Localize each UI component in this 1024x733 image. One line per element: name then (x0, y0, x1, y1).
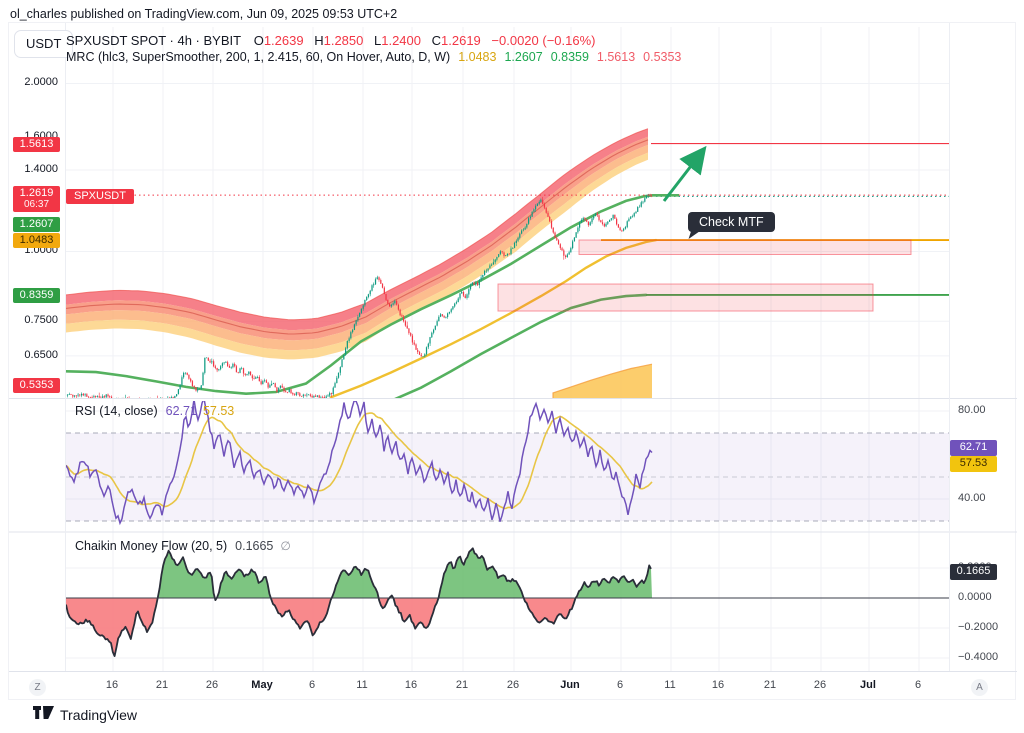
high-label: H (314, 33, 323, 48)
cmf-axis-label: 0.0000 (958, 591, 992, 603)
tradingview-logo[interactable]: TradingView (33, 706, 137, 723)
indicator-legend-row[interactable]: MRC (hlc3, SuperSmoother, 200, 1, 2.415,… (66, 50, 689, 64)
price-badge: 1.0483 (13, 233, 60, 248)
high-value: 1.2850 (324, 33, 364, 48)
cmf-badge: 0.1665 (950, 564, 997, 580)
open-label: O (254, 33, 264, 48)
cmf-legend-row[interactable]: Chaikin Money Flow (20, 5) 0.1665 ∅ (75, 539, 291, 553)
cmf-value: 0.1665 (235, 539, 273, 553)
supply-zone (498, 284, 873, 311)
time-axis-tick: 11 (340, 679, 384, 691)
symbol-price-tag: SPXUSDT (66, 189, 134, 204)
price-badge: 0.5353 (13, 378, 60, 393)
mrc-value: 1.0483 (458, 50, 496, 64)
mrc-value: 0.5353 (643, 50, 681, 64)
scroll-right-button[interactable]: A (971, 679, 988, 696)
time-axis-tick: 11 (648, 679, 692, 691)
price-badge: 1.5613 (13, 137, 60, 152)
rsi-badge: 57.53 (950, 456, 997, 472)
time-axis-tick: 16 (389, 679, 433, 691)
time-axis-tick: 6 (598, 679, 642, 691)
mrc-value: 0.8359 (551, 50, 589, 64)
price-badge: 1.261906:37 (13, 186, 60, 212)
chart-widget[interactable] (8, 22, 1016, 700)
time-axis-tick: 21 (748, 679, 792, 691)
countdown-timer: 06:37 (13, 199, 60, 212)
close-value: 1.2619 (441, 33, 481, 48)
time-axis-tick: 21 (440, 679, 484, 691)
time-axis-tick: Jun (548, 679, 592, 691)
rsi-axis-label: 40.00 (958, 492, 986, 504)
rsi-legend-row[interactable]: RSI (14, close) 62.71 57.53 (75, 404, 234, 418)
rsi-title: RSI (14, close) (75, 404, 158, 418)
check-mtf-note[interactable]: Check MTF (688, 212, 775, 232)
rsi-axis-label: 80.00 (958, 404, 986, 416)
low-value: 1.2400 (381, 33, 421, 48)
time-axis-tick: May (240, 679, 284, 691)
cmf-panel (66, 548, 652, 656)
mrc-value: 1.2607 (504, 50, 542, 64)
close-label: C (432, 33, 441, 48)
price-axis-label: 0.6500 (8, 349, 58, 361)
price-axis-label: 0.7500 (8, 314, 58, 326)
time-axis-tick: Jul (846, 679, 890, 691)
cmf-axis-label: −0.2000 (958, 621, 998, 633)
price-axis-label: 2.0000 (8, 76, 58, 88)
time-axis-tick: 6 (290, 679, 334, 691)
price-axis-label: 1.4000 (8, 163, 58, 175)
trend-arrow (664, 153, 701, 201)
price-badge: 0.8359 (13, 288, 60, 303)
chart-canvas[interactable] (9, 23, 1017, 701)
time-axis-tick: 21 (140, 679, 184, 691)
cmf-negative-area (66, 598, 652, 656)
supply-zone (579, 240, 911, 254)
mrc-values: 1.0483 1.2607 0.8359 1.5613 0.5353 (458, 50, 689, 64)
hidden-values-icon: ∅ (280, 539, 290, 553)
cmf-title: Chaikin Money Flow (20, 5) (75, 539, 227, 553)
tradingview-logo-icon (33, 706, 54, 723)
time-axis-tick: 26 (190, 679, 234, 691)
symbol-title: SPXUSDT SPOT · 4h · BYBIT (66, 33, 241, 48)
published-header: ol_charles published on TradingView.com,… (10, 7, 397, 21)
time-axis-tick: 16 (90, 679, 134, 691)
mrc-value: 1.5613 (597, 50, 635, 64)
change-value: −0.0020 (−0.16%) (491, 33, 595, 48)
tradingview-brand-text: TradingView (60, 707, 137, 723)
scroll-left-button[interactable]: Z (29, 679, 46, 696)
time-axis-tick: 6 (896, 679, 940, 691)
time-axis-tick: 26 (491, 679, 535, 691)
mrc-title: MRC (hlc3, SuperSmoother, 200, 1, 2.415,… (66, 50, 450, 64)
rsi-badge: 62.71 (950, 440, 997, 456)
cmf-positive-area (66, 548, 652, 598)
open-value: 1.2639 (264, 33, 304, 48)
time-axis-tick: 16 (696, 679, 740, 691)
price-badge: 1.2607 (13, 217, 60, 232)
symbol-legend-row[interactable]: SPXUSDT SPOT · 4h · BYBIT O1.2639 H1.285… (66, 33, 602, 48)
cmf-axis-label: −0.4000 (958, 651, 998, 663)
rsi-value: 62.71 (166, 404, 197, 418)
time-axis-tick: 26 (798, 679, 842, 691)
mrc-support-zone-blob (553, 364, 652, 398)
tradingview-snapshot: ol_charles published on TradingView.com,… (0, 0, 1024, 733)
currency-toggle-button[interactable]: USDT (14, 30, 73, 58)
rsi-ma-value: 57.53 (203, 404, 234, 418)
